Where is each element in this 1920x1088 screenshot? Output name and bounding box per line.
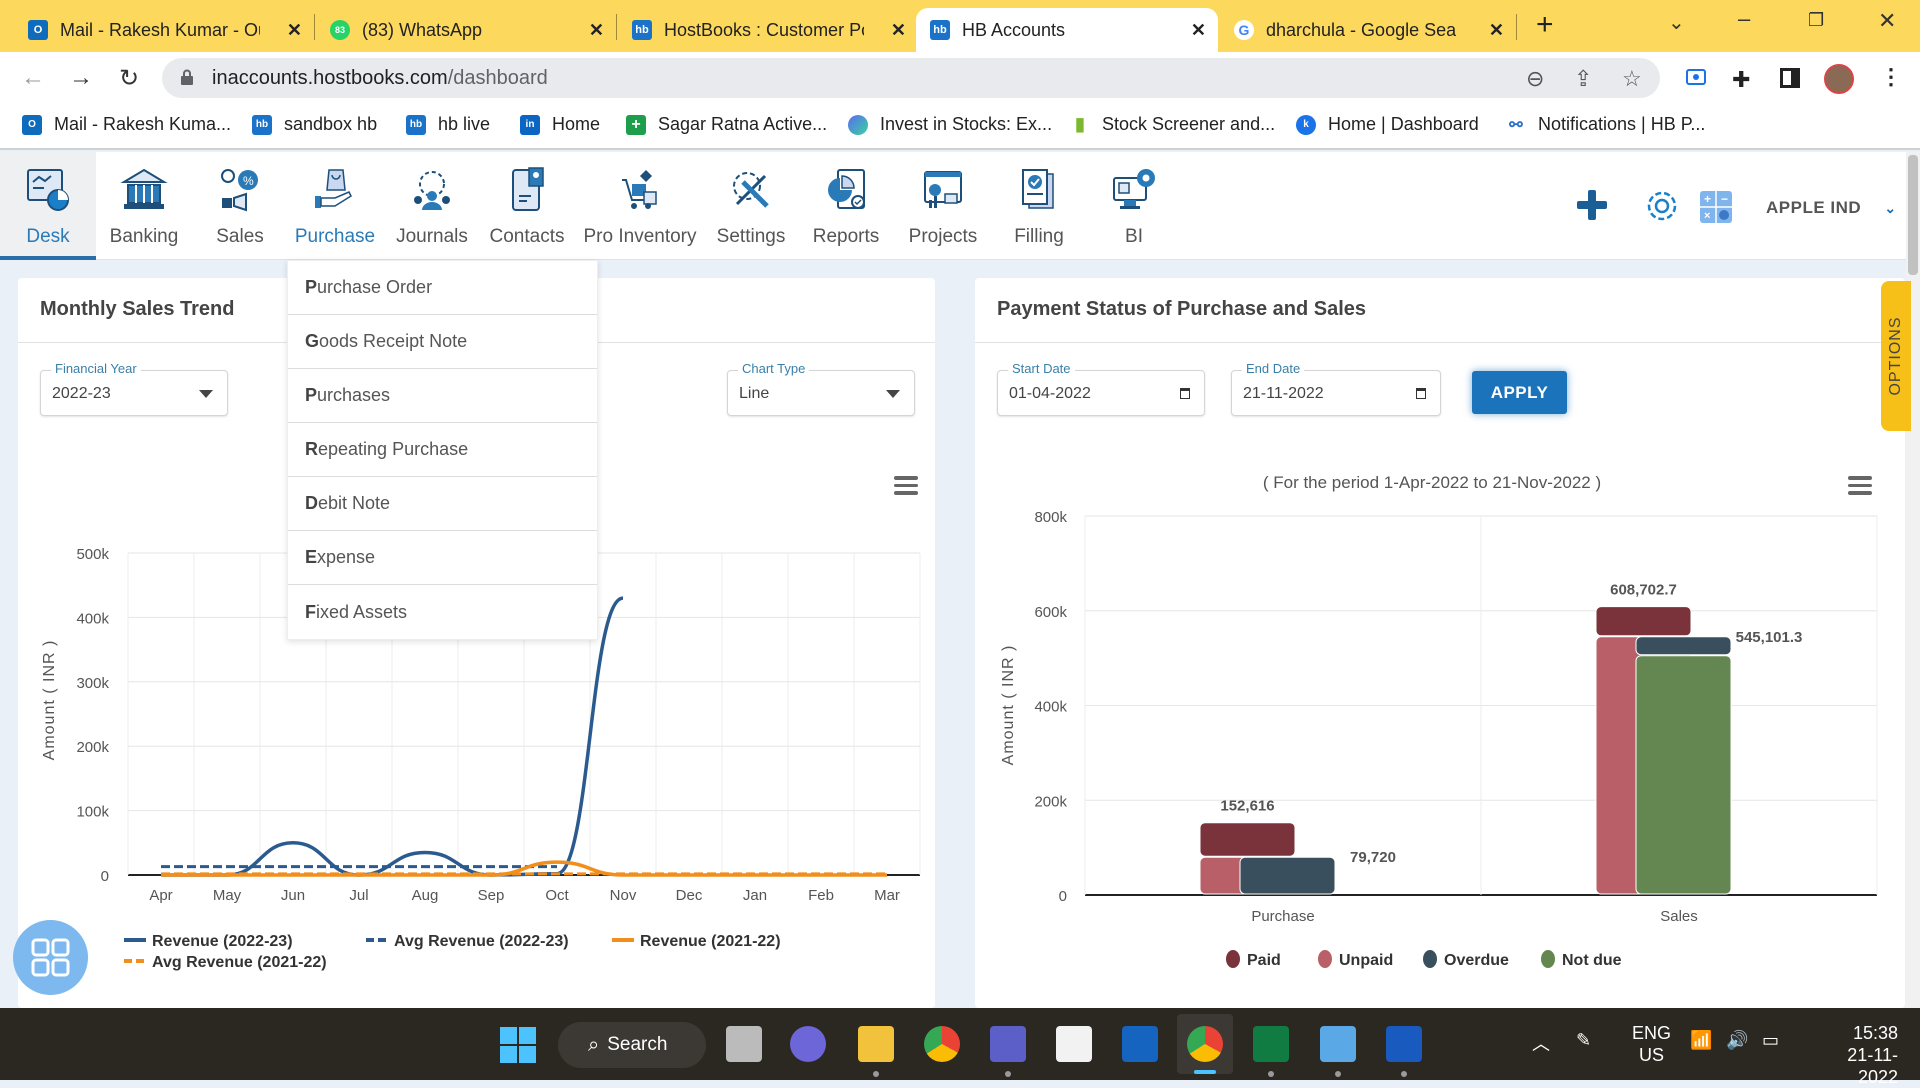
y-axis-label: Amount ( INR ) xyxy=(41,640,58,761)
y-tick-label: 400k xyxy=(1034,699,1067,716)
legend-swatch xyxy=(1541,950,1555,968)
running-indicator xyxy=(1005,1071,1011,1077)
stack-total-label: 545,101.3 xyxy=(1736,629,1803,646)
x-tick-label: Oct xyxy=(545,887,569,904)
x-tick-label: Jun xyxy=(281,887,305,904)
task-view-icon[interactable] xyxy=(726,1026,762,1062)
chrome-icon[interactable] xyxy=(924,1026,960,1062)
legend-item[interactable]: Overdue xyxy=(1444,952,1509,969)
bar-paid[interactable] xyxy=(1199,822,1296,857)
legend-swatch xyxy=(1318,950,1332,968)
quick-menu-button[interactable] xyxy=(13,920,88,995)
options-side-tab[interactable]: OPTIONS xyxy=(1881,281,1911,431)
legend-item[interactable]: Revenue (2022-23) xyxy=(152,933,293,950)
legend-item[interactable]: Revenue (2021-22) xyxy=(640,933,781,950)
y-tick-label: 500k xyxy=(76,546,109,563)
word-icon[interactable] xyxy=(1386,1026,1422,1062)
bar-overdue[interactable] xyxy=(1635,636,1732,656)
running-indicator xyxy=(873,1071,879,1077)
menu-item-fixed-assets[interactable]: Fixed Assets xyxy=(288,585,597,639)
y-tick-label: 0 xyxy=(101,868,109,885)
bar-paid[interactable] xyxy=(1595,606,1692,637)
active-indicator xyxy=(1194,1070,1216,1074)
x-tick-label: Jul xyxy=(349,887,368,904)
y-tick-label: 200k xyxy=(76,739,109,756)
show-hidden-icons[interactable]: ︿ xyxy=(1532,1030,1550,1056)
y-tick-label: 600k xyxy=(1034,604,1067,621)
grid-icon xyxy=(31,938,70,977)
battery-icon[interactable]: ▭ xyxy=(1762,1030,1779,1051)
legend-item[interactable]: Paid xyxy=(1247,952,1281,969)
legend-swatch xyxy=(1226,950,1240,968)
stack-total-label: 152,616 xyxy=(1220,798,1274,815)
x-tick-label: Mar xyxy=(874,887,900,904)
chrome-icon[interactable] xyxy=(1187,1026,1223,1062)
volume-icon[interactable]: 🔊 xyxy=(1726,1030,1748,1051)
y-axis-label: Amount ( INR ) xyxy=(1000,645,1017,766)
notepad-icon[interactable] xyxy=(1320,1026,1356,1062)
x-tick-label: Dec xyxy=(676,887,703,904)
y-tick-label: 200k xyxy=(1034,793,1067,810)
stack-total-label: 79,720 xyxy=(1350,849,1396,866)
meet-icon[interactable] xyxy=(790,1026,826,1062)
bar-not-due[interactable] xyxy=(1635,655,1732,895)
clock[interactable]: 15:38 21-11-2022 xyxy=(1818,1022,1898,1088)
legend-item[interactable]: Not due xyxy=(1562,952,1622,969)
teams-icon[interactable] xyxy=(990,1026,1026,1062)
page-scrollbar-thumb[interactable] xyxy=(1908,155,1918,275)
menu-item-repeating-purchase[interactable]: Repeating Purchase xyxy=(288,423,597,477)
search-icon: ⌕ xyxy=(588,1033,600,1056)
y-tick-label: 0 xyxy=(1059,888,1067,905)
menu-item-purchase-order[interactable]: Purchase Order xyxy=(288,261,597,315)
legend-item[interactable]: Avg Revenue (2022-23) xyxy=(394,933,569,950)
search-label: Search xyxy=(607,1034,668,1055)
x-tick-label: Sep xyxy=(478,887,505,904)
x-tick-label: Purchase xyxy=(1251,908,1314,925)
y-tick-label: 100k xyxy=(76,804,109,821)
menu-item-debit-note[interactable]: Debit Note xyxy=(288,477,597,531)
x-tick-label: Jan xyxy=(743,887,767,904)
bar-overdue[interactable] xyxy=(1239,856,1336,895)
menu-item-purchases[interactable]: Purchases xyxy=(288,369,597,423)
options-label: OPTIONS xyxy=(1887,316,1904,396)
store-icon[interactable] xyxy=(1056,1026,1092,1062)
stack-total-label: 608,702.7 xyxy=(1610,582,1677,599)
y-tick-label: 800k xyxy=(1034,509,1067,526)
x-tick-label: Feb xyxy=(808,887,834,904)
language-indicator[interactable]: ENG US xyxy=(1632,1022,1671,1066)
y-tick-label: 400k xyxy=(76,610,109,627)
payment-status-bar-chart: ( For the period 1-Apr-2022 to 21-Nov-20… xyxy=(1000,473,1878,969)
x-tick-label: Aug xyxy=(412,887,439,904)
taskbar-search[interactable]: ⌕ Search xyxy=(558,1022,706,1068)
purchase-dropdown-menu: Purchase Order Goods Receipt Note Purcha… xyxy=(287,260,598,640)
file-explorer-icon[interactable] xyxy=(858,1026,894,1062)
excel-icon[interactable] xyxy=(1253,1026,1289,1062)
running-indicator xyxy=(1268,1071,1274,1077)
wifi-icon[interactable]: 📶 xyxy=(1690,1030,1712,1051)
running-indicator xyxy=(1335,1071,1341,1077)
windows-taskbar: ⌕ Search ︿ ✎ ENG US 📶 🔊 ▭ 15:38 21-11-2022 xyxy=(0,1008,1920,1087)
legend-item[interactable]: Avg Revenue (2021-22) xyxy=(152,954,327,971)
x-tick-label: Nov xyxy=(610,887,637,904)
legend-item[interactable]: Unpaid xyxy=(1339,952,1393,969)
whiteboard-icon[interactable] xyxy=(1122,1026,1158,1062)
legend-swatch xyxy=(1423,950,1437,968)
chart-subtitle: ( For the period 1-Apr-2022 to 21-Nov-20… xyxy=(1263,473,1601,492)
windows-start-icon[interactable] xyxy=(500,1027,536,1063)
pen-icon[interactable]: ✎ xyxy=(1576,1030,1591,1051)
menu-item-goods-receipt-note[interactable]: Goods Receipt Note xyxy=(288,315,597,369)
x-tick-label: May xyxy=(213,887,242,904)
x-tick-label: Sales xyxy=(1660,908,1698,925)
y-tick-label: 300k xyxy=(76,675,109,692)
running-indicator xyxy=(1401,1071,1407,1077)
x-tick-label: Apr xyxy=(149,887,172,904)
menu-item-expense[interactable]: Expense xyxy=(288,531,597,585)
